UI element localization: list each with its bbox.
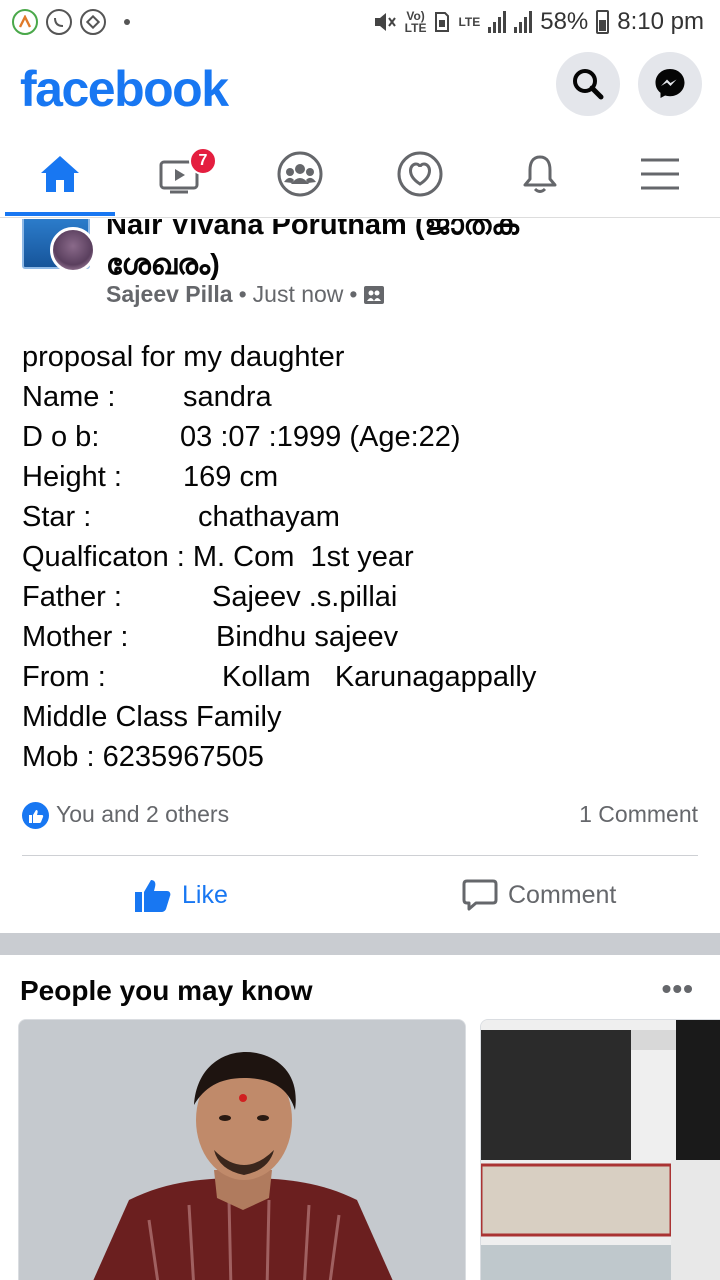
post-line: Qualficaton : M. Com 1st year bbox=[22, 537, 414, 577]
post-line-label: Star : bbox=[22, 501, 92, 533]
thumbs-up-icon bbox=[135, 880, 171, 912]
post-line: Name : sandra bbox=[22, 377, 414, 417]
comment-button[interactable]: Comment bbox=[462, 873, 616, 917]
clock: 8:10 pm bbox=[617, 8, 704, 35]
lte-indicator: LTE bbox=[458, 15, 481, 29]
app-header: facebook bbox=[0, 46, 720, 130]
post-line-label: Name : bbox=[22, 381, 116, 413]
person-card[interactable] bbox=[480, 1019, 720, 1280]
post-line-value: Sajeev .s.pillai bbox=[212, 581, 398, 613]
post-meta: Sajeev Pilla • Just now • bbox=[106, 281, 385, 308]
active-tab-indicator bbox=[5, 212, 115, 216]
facebook-logo[interactable]: facebook bbox=[20, 60, 229, 118]
mute-icon bbox=[374, 13, 396, 31]
post-line-value: Bindhu sajeev bbox=[216, 621, 399, 653]
group-avatar[interactable] bbox=[22, 219, 96, 287]
post-line: proposal for my daughter bbox=[22, 337, 414, 377]
people-you-may-know: People you may know ••• bbox=[0, 955, 720, 1280]
search-icon bbox=[573, 69, 604, 100]
tab-watch[interactable]: 7 bbox=[120, 130, 240, 218]
battery-icon bbox=[596, 10, 610, 34]
feed-separator bbox=[0, 933, 720, 955]
bell-icon bbox=[523, 155, 557, 193]
tab-menu[interactable] bbox=[600, 130, 720, 218]
post-line-label: Mother : bbox=[22, 621, 129, 653]
post-line-label: Height : bbox=[22, 461, 122, 493]
watch-badge: 7 bbox=[189, 147, 217, 175]
messenger-button[interactable] bbox=[638, 52, 702, 116]
whatsapp-icon bbox=[46, 9, 72, 35]
person-photo bbox=[481, 1020, 720, 1280]
search-button[interactable] bbox=[556, 52, 620, 116]
more-options-button[interactable]: ••• bbox=[662, 973, 694, 1005]
status-bar: Vo) LTE LTE 58% 8:10 pm bbox=[0, 0, 720, 46]
reactions-summary[interactable]: You and 2 others 1 Comment bbox=[22, 799, 698, 833]
heart-icon bbox=[397, 151, 443, 197]
comment-icon bbox=[462, 879, 498, 911]
person-card[interactable] bbox=[18, 1019, 466, 1280]
notification-app-icon bbox=[12, 9, 38, 35]
post-line: Mob : 6235967505 bbox=[22, 737, 414, 777]
signal-icon bbox=[488, 11, 507, 33]
author-name[interactable]: Sajeev Pilla bbox=[106, 281, 233, 308]
tab-groups[interactable] bbox=[240, 130, 360, 218]
comment-count[interactable]: 1 Comment bbox=[579, 801, 698, 828]
group-name[interactable]: Nair Vivaha Porutham (ജാതക ശേഖരം) bbox=[106, 219, 626, 285]
group-privacy-icon bbox=[364, 285, 385, 304]
person-photo bbox=[19, 1020, 465, 1280]
post-line-value: 169 cm bbox=[183, 461, 279, 493]
author-avatar[interactable] bbox=[50, 227, 96, 273]
post-line: Star : chathayam bbox=[22, 497, 414, 537]
post-line: Height : 169 cm bbox=[22, 457, 414, 497]
volte-indicator: Vo) LTE bbox=[404, 9, 427, 35]
post-line: Mother : Bindhu sajeev bbox=[22, 617, 414, 657]
post-line: Middle Class Family bbox=[22, 697, 414, 737]
post-line-label: proposal for my daughter bbox=[22, 341, 345, 373]
post-line-value: Kollam Karunagappally bbox=[222, 661, 537, 693]
hamburger-icon bbox=[641, 158, 679, 190]
post-line: From : Kollam Karunagappally bbox=[22, 657, 536, 697]
post-time[interactable]: Just now bbox=[253, 281, 344, 308]
home-icon bbox=[41, 156, 79, 192]
divider bbox=[22, 855, 698, 856]
post-line-value: chathayam bbox=[198, 501, 340, 533]
more-notifications-icon bbox=[124, 19, 130, 25]
post-line-label: Middle Class Family bbox=[22, 701, 282, 733]
meta-separator: • bbox=[349, 281, 358, 307]
battery-percent: 58% bbox=[540, 8, 589, 35]
like-reaction-icon bbox=[22, 802, 49, 829]
groups-icon bbox=[277, 151, 323, 197]
signal-icon-2 bbox=[514, 11, 533, 33]
post-body: proposal for my daughter Name : sandra D … bbox=[22, 337, 536, 777]
feed-post: Nair Vivaha Porutham (ജാതക ശേഖരം) Sajeev… bbox=[0, 219, 720, 933]
post-line-label: D o b: bbox=[22, 421, 100, 453]
tab-dating[interactable] bbox=[360, 130, 480, 218]
like-label: Like bbox=[182, 880, 228, 909]
comment-label: Comment bbox=[508, 880, 617, 909]
tab-bar: 7 bbox=[0, 130, 720, 218]
post-line-value: 03 :07 :1999 (Age:22) bbox=[180, 421, 461, 453]
post-line: D o b: 03 :07 :1999 (Age:22) bbox=[22, 417, 461, 457]
post-line-label: From : bbox=[22, 661, 106, 693]
meta-separator: • bbox=[238, 281, 247, 307]
post-line-label: Father : bbox=[22, 581, 122, 613]
like-button[interactable]: Like bbox=[134, 873, 228, 917]
post-line: Father : Sajeev .s.pillai bbox=[22, 577, 414, 617]
post-line-label[interactable]: Mob : 6235967505 bbox=[22, 741, 264, 773]
data-saver-icon bbox=[80, 9, 106, 35]
messenger-icon bbox=[655, 69, 685, 98]
pymk-title: People you may know bbox=[20, 975, 313, 1006]
post-actions: Like Comment bbox=[0, 859, 720, 933]
post-line-value: sandra bbox=[183, 381, 272, 413]
tab-home[interactable] bbox=[0, 130, 120, 218]
tab-notifications[interactable] bbox=[480, 130, 600, 218]
reactions-text[interactable]: You and 2 others bbox=[56, 801, 229, 828]
sim-icon bbox=[435, 12, 450, 32]
post-line-label: Qualficaton : M. Com 1st year bbox=[22, 541, 414, 573]
